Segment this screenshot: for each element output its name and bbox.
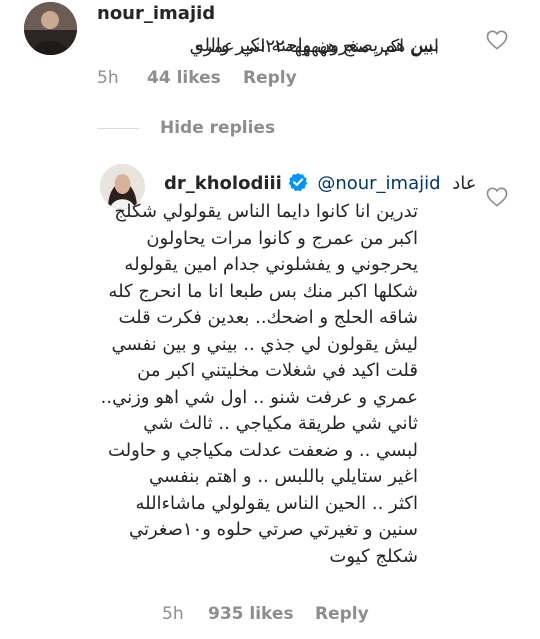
comment-text-line: اكثر .. الحين الناس يقولولي ماشاءالله <box>135 492 418 514</box>
like-heart-icon[interactable] <box>486 30 508 50</box>
comment-text-line: اغير ستايلي باللبس .. و اهتم بنفسي <box>148 466 418 487</box>
comment-username[interactable]: dr_kholodiii <box>164 173 282 194</box>
comment-text-line: تدرين انا كانوا دايما الناس يقولولي شكلج <box>114 201 418 222</box>
comment-text-line: شاقه الحلج و اضحك.. بعدين فكرت قلت <box>118 307 418 328</box>
comment-meta: 5h 44 likes Reply <box>97 68 297 88</box>
comment-text-line: ليش يقولون لي جذي .. بيني و بين نفسي <box>111 333 418 355</box>
comment-likes[interactable]: 935 likes <box>208 604 294 624</box>
comment-likes[interactable]: 44 likes <box>147 68 221 88</box>
comment-text-line: يحرجوني و يفشلوني جدام امين يقولوله <box>124 254 418 275</box>
mention-link[interactable]: @nour_imajid <box>317 173 440 194</box>
hide-replies-divider <box>97 128 139 129</box>
comment-time[interactable]: 5h <box>97 68 119 88</box>
verified-badge-icon <box>288 172 308 192</box>
comment-text-line: سنين و تغيرتي صرتي حلوه و١٠صغرتي <box>128 519 418 540</box>
comment-text-line: عمري و عرفت شنو .. اول شي اهو وزني.. <box>100 386 418 408</box>
comment-text-word: عاد <box>452 173 477 194</box>
comment-text-line: شكلج كيوت <box>329 545 418 567</box>
comment-text-line: قلت اكيد في شغلات مخليتني اكبر من <box>137 360 418 381</box>
comment-text-line: لبسي .. و ضعفت عدلت مكياجي و حاولت <box>107 439 418 461</box>
reply-button[interactable]: Reply <box>315 604 369 624</box>
reply-button[interactable]: Reply <box>243 68 297 88</box>
hide-replies-button[interactable]: Hide replies <box>160 118 275 138</box>
comment-time[interactable]: 5h <box>162 604 184 624</box>
comment-header: dr_kholodiii @nour_imajid عاد <box>164 172 477 194</box>
comment-text-line: ابين اكبر منج هههههه٢٢اني عمري <box>189 36 439 57</box>
comment-body: تدرين انا كانوا دايما الناس يقولولي شكلج… <box>100 199 418 570</box>
comment-text-line: شكلها اكبر منك بس طبعا انا ما انحرج كله <box>108 280 418 302</box>
comment-text-line: اكبر من عمرج و كانوا مرات يحاولون <box>146 227 418 249</box>
like-heart-icon[interactable] <box>486 187 508 207</box>
comment-meta: 5h 935 likes Reply <box>162 604 369 624</box>
comment-text-line: ثاني شي طريقة مكياجي .. ثالث شي <box>143 413 418 434</box>
